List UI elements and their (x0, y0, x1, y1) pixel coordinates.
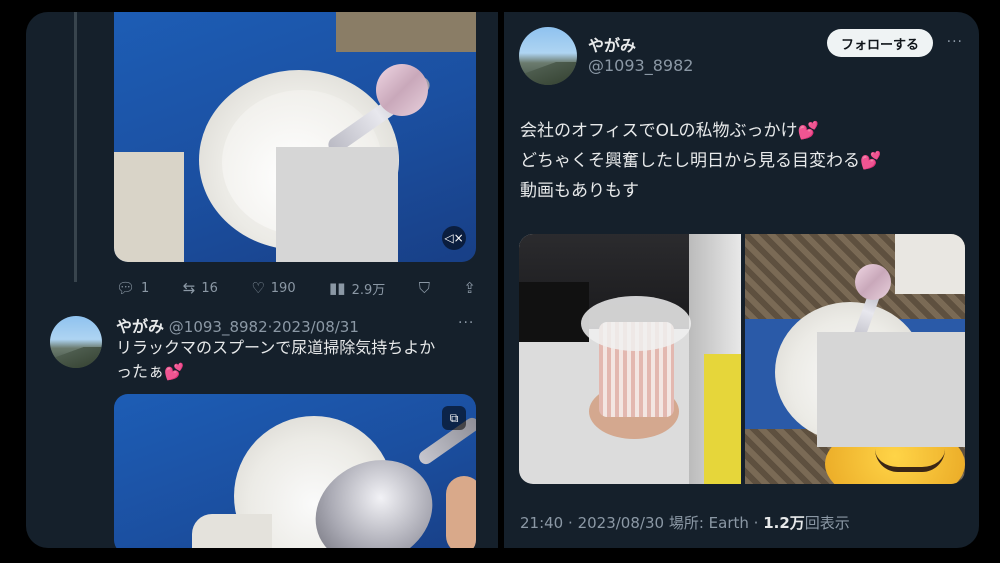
censor-box (276, 147, 398, 262)
tweet-location: 場所: Earth (668, 514, 749, 532)
reply-text-line-1: リラックマのスプーンで尿道掃除気持ちよか (116, 338, 436, 357)
thread-connector-line (74, 12, 77, 282)
finger (446, 476, 476, 548)
like-count: 190 (270, 280, 296, 296)
separator: · (568, 514, 573, 532)
table-surface (114, 152, 184, 262)
reply-button[interactable]: 💬︎ 1 (116, 279, 149, 297)
author-handle[interactable]: @1093_8982 (169, 318, 268, 336)
heart-emoji: 💕 (164, 362, 184, 381)
reply-icon: 💬︎ (116, 279, 136, 297)
view-label: 回表示 (804, 514, 850, 532)
main-tweet-panel: やがみ @1093_8982 フォローする ··· 会社のオフィスでOLの私物ぶ… (504, 12, 979, 548)
retweet-button[interactable]: ⇆ 16 (183, 279, 218, 297)
floor-area (336, 12, 476, 52)
bear-spoon-handle (376, 64, 428, 116)
yellow-item (704, 354, 741, 484)
mute-icon[interactable]: ◁× (442, 226, 466, 250)
tweet-video-2[interactable]: ⧉ (114, 394, 476, 548)
follow-button[interactable]: フォローする (826, 29, 933, 57)
reply-count: 1 (141, 280, 150, 296)
more-options-icon[interactable]: ··· (947, 34, 963, 50)
tweet-date[interactable]: 2023/08/31 (272, 318, 358, 336)
wall (895, 234, 965, 294)
tweet-video-1[interactable]: ◁× (114, 12, 476, 262)
heart-icon: ♡ (251, 279, 265, 297)
author-name[interactable]: やがみ (116, 317, 164, 336)
media-badge-icon[interactable]: ⧉ (442, 406, 466, 430)
avatar[interactable] (519, 27, 577, 85)
censor-box (817, 332, 965, 447)
bookmark-icon: ⛉ (418, 279, 430, 297)
tweet-photo-1[interactable] (519, 234, 741, 484)
tweet-actions: 💬︎ 1 ⇆ 16 ♡ 190 ▮▮ 2.9万 ⛉ ⇪ (116, 276, 476, 300)
separator: · (753, 514, 759, 532)
more-options-icon[interactable]: ··· (458, 315, 474, 331)
retweet-count: 16 (201, 280, 218, 296)
view-count: 2.9万 (351, 282, 386, 298)
bear-spoon-handle (855, 264, 891, 300)
tweet-line-1: 会社のオフィスでOLの私物ぶっかけ (520, 121, 798, 141)
share-button[interactable]: ⇪ (463, 279, 476, 297)
tweet-time[interactable]: 21:40 (520, 514, 563, 532)
reply-text-line-2: ったぁ (116, 362, 165, 381)
tweet-date[interactable]: 2023/08/30 (578, 514, 664, 532)
tweet-text: 会社のオフィスでOLの私物ぶっかけ💕 どちゃくそ興奮したし明日から見る目変わる💕… (520, 116, 881, 206)
heart-emoji: 💕 (860, 151, 882, 171)
keyboard (519, 282, 589, 342)
views-button[interactable]: ▮▮ 2.9万 (329, 279, 385, 298)
like-button[interactable]: ♡ 190 (251, 279, 295, 297)
view-count: 1.2万 (763, 514, 805, 532)
tweet-line-2: どちゃくそ興奮したし明日から見る目変わる (520, 151, 860, 171)
author-name[interactable]: やがみ (588, 32, 636, 56)
reply-tweet-header: やがみ @1093_8982·2023/08/31 (116, 313, 359, 337)
reply-tweet-text: リラックマのスプーンで尿道掃除気持ちよか ったぁ💕 (116, 336, 435, 384)
views-icon: ▮▮ (329, 279, 346, 297)
mug-handle (192, 514, 272, 548)
author-handle[interactable]: @1093_8982 (588, 56, 693, 75)
bookmark-button[interactable]: ⛉ (419, 279, 430, 297)
retweet-icon: ⇆ (182, 279, 196, 297)
mug-lid (581, 296, 691, 351)
heart-emoji: 💕 (797, 121, 819, 141)
tweet-meta: 21:40 · 2023/08/30 場所: Earth · 1.2万回表示 (520, 512, 850, 533)
tweet-photo-2[interactable] (745, 234, 965, 484)
tweet-line-3: 動画もありもす (520, 181, 639, 201)
avatar[interactable] (50, 316, 102, 368)
share-icon: ⇪ (463, 279, 476, 297)
thread-panel: ◁× 💬︎ 1 ⇆ 16 ♡ 190 ▮▮ 2.9万 ⛉ ⇪ やがみ @1093… (26, 12, 498, 548)
